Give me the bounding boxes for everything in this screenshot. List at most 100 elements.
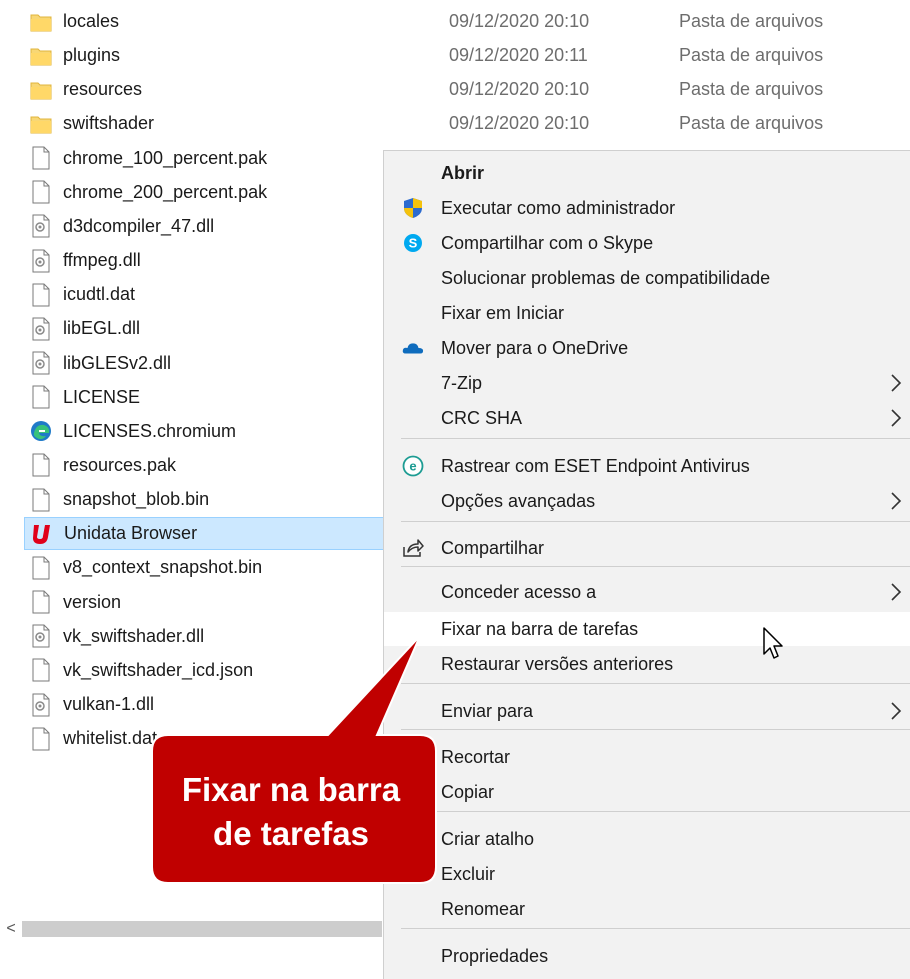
menu-item-label: Rastrear com ESET Endpoint Antivirus: [441, 455, 750, 476]
file-name: vk_swiftshader.dll: [63, 625, 205, 646]
file-name: LICENSE: [63, 386, 141, 407]
chevron-right-icon: [891, 702, 902, 720]
file-row[interactable]: resources: [30, 73, 382, 106]
menu-item-criar-atalho[interactable]: Criar atalho: [384, 822, 910, 856]
file-row[interactable]: chrome_200_percent.pak: [30, 176, 382, 209]
file-date: 09/12/2020 20:10: [449, 11, 590, 31]
file-name: plugins: [63, 45, 121, 66]
menu-item-label: Propriedades: [441, 945, 549, 966]
file-date: 09/12/2020 20:11: [449, 45, 588, 66]
chevron-right-icon: [891, 492, 902, 510]
menu-item-opcoes-avancadas[interactable]: Opções avançadas: [384, 484, 910, 518]
file-row[interactable]: libGLESv2.dll: [30, 347, 382, 380]
file-name: snapshot_blob.bin: [63, 489, 210, 510]
file-icon: [30, 180, 52, 204]
menu-item-label: Mover para o OneDrive: [441, 337, 629, 358]
menu-item-rastrear-com-eset-endpoint-antivirus[interactable]: e Rastrear com ESET Endpoint Antivirus: [384, 449, 910, 483]
file-name: ffmpeg.dll: [63, 250, 141, 271]
file-icon: [30, 283, 52, 307]
edge-icon: [30, 419, 52, 443]
file-icon: [30, 590, 52, 614]
menu-item-label: CRC SHA: [441, 407, 523, 428]
file-row[interactable]: vk_swiftshader.dll: [30, 620, 382, 653]
menu-item-renomear[interactable]: Renomear: [384, 892, 910, 926]
file-date: 09/12/2020 20:10: [449, 79, 590, 100]
dll-icon: [30, 624, 52, 648]
file-row[interactable]: d3dcompiler_47.dll: [30, 210, 382, 243]
file-row[interactable]: plugins: [30, 39, 382, 72]
file-row[interactable]: vk_swiftshader_icd.json: [30, 654, 382, 687]
menu-item-crc-sha[interactable]: CRC SHA: [384, 401, 910, 435]
menu-item-excluir[interactable]: Excluir: [384, 857, 910, 891]
menu-separator: [401, 521, 910, 522]
file-row[interactable]: v8_context_snapshot.bin: [30, 551, 382, 584]
file-name: libEGL.dll: [63, 318, 141, 339]
menu-item-solucionar-problemas-de-compatibilidade[interactable]: Solucionar problemas de compatibilidade: [384, 261, 910, 295]
file-name: Unidata Browser: [64, 523, 198, 544]
svg-text:e: e: [409, 459, 416, 474]
menu-item-executar-como-administrador[interactable]: Executar como administrador: [384, 191, 910, 225]
menu-item-restaurar-versoes-anteriores[interactable]: Restaurar versões anteriores: [384, 647, 910, 681]
folder-icon: [30, 44, 52, 68]
menu-item-abrir[interactable]: Abrir: [384, 156, 910, 190]
menu-item-copiar[interactable]: Copiar: [384, 775, 910, 809]
file-name: vk_swiftshader_icd.json: [63, 659, 254, 680]
file-row[interactable]: snapshot_blob.bin: [30, 483, 382, 516]
menu-item-label: Criar atalho: [441, 828, 535, 849]
chevron-right-icon: [891, 409, 902, 427]
menu-item-recortar[interactable]: Recortar: [384, 740, 910, 774]
file-row[interactable]: resources.pak: [30, 449, 382, 482]
file-row[interactable]: locales: [30, 5, 382, 38]
menu-item-label: Restaurar versões anteriores: [441, 653, 674, 674]
file-row[interactable]: whitelist.dat: [30, 722, 382, 755]
file-row[interactable]: ffmpeg.dll: [30, 244, 382, 277]
file-row[interactable]: vulkan-1.dll: [30, 688, 382, 721]
dll-icon: [30, 351, 52, 375]
menu-item-fixar-em-iniciar[interactable]: Fixar em Iniciar: [384, 296, 910, 330]
menu-separator: [401, 811, 910, 812]
unidata-icon: [31, 522, 53, 546]
menu-item-fixar-na-barra-de-tarefas[interactable]: Fixar na barra de tarefas: [384, 612, 910, 646]
file-row[interactable]: swiftshader: [30, 107, 382, 140]
menu-separator: [401, 729, 910, 730]
menu-item-7-zip[interactable]: 7-Zip: [384, 366, 910, 400]
file-row[interactable]: Unidata Browser: [24, 517, 424, 551]
scroll-left-button[interactable]: <: [0, 918, 22, 940]
file-row[interactable]: libEGL.dll: [30, 312, 382, 345]
file-row[interactable]: LICENSE: [30, 381, 382, 414]
file-name: chrome_100_percent.pak: [63, 147, 268, 168]
file-name: chrome_200_percent.pak: [63, 181, 268, 202]
file-name: v8_context_snapshot.bin: [63, 557, 263, 578]
folder-icon: [30, 78, 52, 102]
folder-icon: [30, 10, 52, 34]
menu-item-compartilhar-com-o-skype[interactable]: S Compartilhar com o Skype: [384, 226, 910, 260]
file-icon: [30, 385, 52, 409]
file-name: resources: [63, 79, 143, 100]
menu-item-label: Compartilhar com o Skype: [441, 232, 654, 253]
menu-item-propriedades[interactable]: Propriedades: [384, 939, 910, 973]
file-row[interactable]: version: [30, 586, 382, 619]
dll-icon: [30, 693, 52, 717]
svg-text:S: S: [409, 236, 418, 251]
horizontal-scrollbar[interactable]: <: [0, 918, 382, 940]
file-name: icudtl.dat: [63, 284, 136, 305]
uac-shield-icon: [402, 197, 424, 219]
menu-item-conceder-acesso-a[interactable]: Conceder acesso a: [384, 575, 910, 609]
file-name: vulkan-1.dll: [63, 694, 155, 714]
menu-item-compartilhar[interactable]: Compartilhar: [384, 531, 910, 565]
menu-item-label: Excluir: [441, 863, 496, 884]
menu-item-enviar-para[interactable]: Enviar para: [384, 694, 910, 728]
file-icon: [30, 556, 52, 580]
file-name: resources.pak: [63, 454, 177, 475]
file-row[interactable]: icudtl.dat: [30, 278, 382, 311]
menu-item-label: Fixar em Iniciar: [441, 302, 565, 323]
file-icon: [30, 727, 52, 751]
file-row[interactable]: chrome_100_percent.pak: [30, 142, 382, 175]
scrollbar-thumb[interactable]: [22, 921, 382, 937]
menu-item-label: Enviar para: [441, 700, 534, 721]
menu-item-mover-para-o-onedrive[interactable]: Mover para o OneDrive: [384, 331, 910, 365]
file-row[interactable]: LICENSES.chromium: [30, 415, 382, 448]
menu-item-label: Solucionar problemas de compatibilidade: [441, 267, 771, 288]
context-menu: Abrir Executar como administrador S Compart…: [383, 150, 910, 979]
callout-text: Fixar na barra de tarefas: [150, 768, 432, 856]
